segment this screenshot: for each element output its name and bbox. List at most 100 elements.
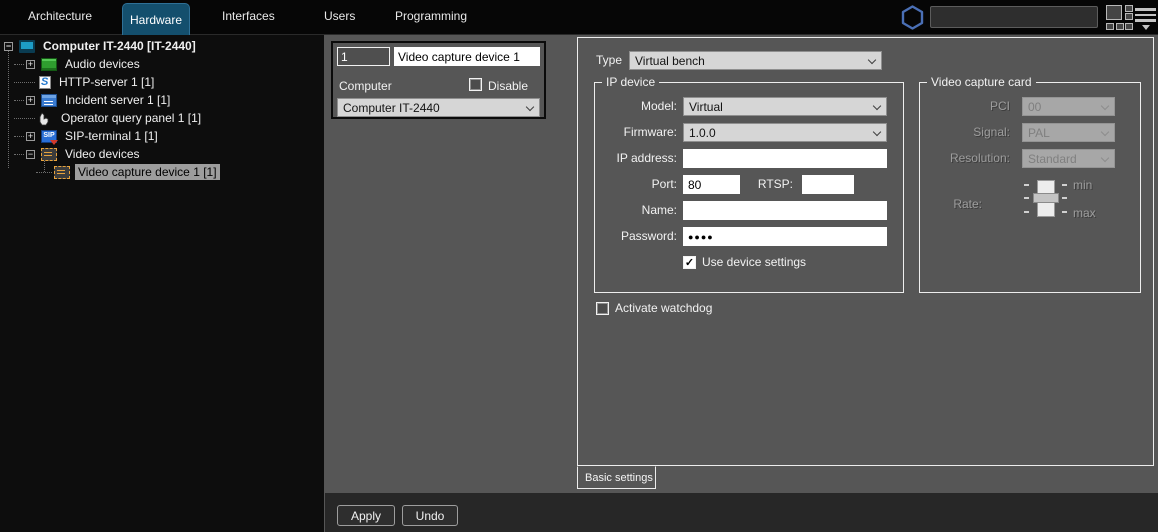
password-input[interactable] (683, 227, 887, 246)
tab-basic-settings[interactable]: Basic settings (577, 466, 656, 489)
tab-users[interactable]: Users (324, 9, 355, 23)
signal-select: PAL (1022, 123, 1115, 142)
tree-connector (14, 154, 24, 155)
tree-row: − Computer IT-2440 [IT-2440] (4, 37, 199, 55)
expander-plus-icon[interactable]: + (26, 60, 35, 69)
video-capture-card-group: Video capture card PCI 00 Signal: PAL Re… (919, 82, 1141, 293)
ip-address-input[interactable] (683, 149, 887, 168)
tree-connector (14, 64, 24, 65)
slider-tick (1062, 184, 1067, 186)
undo-button[interactable]: Undo (402, 505, 458, 526)
hamburger-menu-icon[interactable] (1135, 8, 1157, 30)
settings-panel: Type Virtual bench IP device Model: Virt… (577, 37, 1154, 466)
type-select[interactable]: Virtual bench (629, 51, 882, 70)
ip-device-group: IP device Model: Virtual Firmware: 1.0.0… (594, 82, 904, 293)
hardware-tree: − Computer IT-2440 [IT-2440] + Audio dev… (0, 35, 324, 532)
tab-hardware[interactable]: Hardware (122, 3, 190, 35)
video-chip-icon (41, 148, 57, 161)
signal-select-value: PAL (1028, 126, 1050, 140)
device-name-input[interactable] (394, 47, 540, 66)
chevron-down-icon (873, 102, 881, 110)
pci-select-value: 00 (1028, 100, 1041, 114)
chevron-down-icon (1101, 102, 1109, 110)
use-device-settings-checkbox[interactable]: ✓ (683, 256, 696, 269)
resolution-select: Standard (1022, 149, 1115, 168)
slider-tick (1024, 197, 1029, 199)
name-label: Name: (595, 201, 677, 220)
expander-plus-icon[interactable]: + (26, 132, 35, 141)
expander-plus-icon[interactable]: + (26, 96, 35, 105)
tab-programming[interactable]: Programming (395, 9, 467, 23)
use-device-settings-label: Use device settings (702, 255, 806, 269)
tree-connector (14, 82, 35, 83)
rate-slider-thumb[interactable] (1033, 193, 1059, 203)
model-label: Model: (595, 97, 677, 116)
footer-bar: Apply Undo (325, 493, 1158, 532)
firmware-select-value: 1.0.0 (689, 126, 716, 140)
rate-label: Rate: (920, 195, 982, 214)
top-bar: Architecture Hardware Interfaces Users P… (0, 0, 1158, 35)
tree-item-sip-terminal[interactable]: SIP-terminal 1 [1] (62, 128, 161, 144)
tree-connector (14, 100, 24, 101)
device-identity-box: Computer Disable Computer IT-2440 (331, 41, 546, 119)
expander-minus-icon[interactable]: − (26, 150, 35, 159)
rate-min-label: min (1073, 178, 1092, 192)
video-capture-card-group-title: Video capture card (927, 75, 1036, 89)
disable-checkbox[interactable] (469, 78, 482, 91)
tree-item-http-server[interactable]: HTTP-server 1 [1] (56, 74, 157, 90)
pci-select: 00 (1022, 97, 1115, 116)
activate-watchdog-checkbox[interactable] (596, 302, 609, 315)
tree-connector (14, 118, 35, 119)
tab-architecture[interactable]: Architecture (28, 9, 92, 23)
tree-row: + Incident server 1 [1] (14, 91, 173, 109)
activate-watchdog-row: Activate watchdog (596, 301, 712, 315)
tree-item-incident-server[interactable]: Incident server 1 [1] (62, 92, 173, 108)
slider-tick (1024, 184, 1029, 186)
tree-item-video-capture-device[interactable]: Video capture device 1 [1] (75, 164, 220, 180)
search-input[interactable] (930, 6, 1098, 28)
expander-minus-icon[interactable]: − (4, 42, 13, 51)
tree-item-video-devices[interactable]: Video devices (62, 146, 143, 162)
layout-grid-icon[interactable] (1106, 5, 1134, 31)
audio-chip-icon (41, 58, 57, 71)
video-chip-icon (54, 166, 70, 179)
disable-label: Disable (488, 79, 528, 93)
resolution-label: Resolution: (920, 149, 1010, 168)
computer-select[interactable]: Computer IT-2440 (337, 98, 540, 117)
incident-server-icon (41, 94, 57, 107)
tab-interfaces[interactable]: Interfaces (222, 9, 275, 23)
tree-item-computer[interactable]: Computer IT-2440 [IT-2440] (40, 38, 199, 54)
activate-watchdog-label: Activate watchdog (615, 301, 712, 315)
tree-row: S HTTP-server 1 [1] (14, 73, 157, 91)
firmware-select[interactable]: 1.0.0 (683, 123, 887, 142)
computer-select-value: Computer IT-2440 (343, 101, 440, 115)
firmware-label: Firmware: (595, 123, 677, 142)
password-label: Password: (595, 227, 677, 246)
tree-connector (14, 136, 24, 137)
chevron-down-icon (873, 128, 881, 136)
tree-row: Operator query panel 1 [1] (14, 109, 204, 127)
chevron-down-icon (868, 56, 876, 64)
operator-panel-icon (37, 112, 53, 125)
model-select[interactable]: Virtual (683, 97, 887, 116)
port-input[interactable] (683, 175, 740, 194)
login-name-input[interactable] (683, 201, 887, 220)
tree-item-operator-query-panel[interactable]: Operator query panel 1 [1] (58, 110, 204, 126)
chevron-down-icon (1101, 154, 1109, 162)
slider-tick (1062, 211, 1067, 213)
ip-address-label: IP address: (595, 149, 677, 168)
rtsp-input[interactable] (802, 175, 854, 194)
tree-row: Video capture device 1 [1] (36, 163, 220, 181)
apply-button[interactable]: Apply (337, 505, 395, 526)
tree-item-audio-devices[interactable]: Audio devices (62, 56, 143, 72)
ip-device-group-title: IP device (602, 75, 659, 89)
signal-label: Signal: (920, 123, 1010, 142)
device-id-input[interactable] (337, 47, 390, 66)
sip-terminal-icon: SIP (41, 130, 57, 143)
pci-label: PCI (920, 97, 1010, 116)
tree-guide-line (8, 48, 9, 168)
tree-row: − Video devices (14, 145, 143, 163)
chevron-down-icon (1101, 128, 1109, 136)
slider-tick (1024, 211, 1029, 213)
use-device-settings-row: ✓ Use device settings (683, 255, 806, 269)
